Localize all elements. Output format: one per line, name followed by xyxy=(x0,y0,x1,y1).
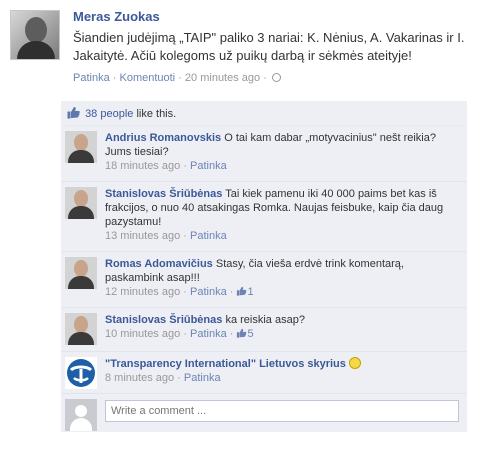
comment-time[interactable]: 8 minutes ago xyxy=(105,372,174,384)
comment-time[interactable]: 18 minutes ago xyxy=(105,160,180,172)
post-text: Šiandien judėjimą „TAIP" paliko 3 nariai… xyxy=(73,30,465,63)
avatar-head xyxy=(74,316,88,333)
avatar-body xyxy=(17,41,55,59)
avatar-head xyxy=(75,405,87,417)
commenter-avatar[interactable] xyxy=(65,187,97,219)
commenter-avatar[interactable] xyxy=(65,257,97,289)
avatar-body xyxy=(68,276,94,289)
comment: Stanislovas Šriūbėnas ka reiskia asap? 1… xyxy=(61,308,467,352)
comment-body: "Transparency International" Lietuvos sk… xyxy=(105,357,460,385)
author-avatar[interactable] xyxy=(10,10,60,60)
comment-text: ka reiskia asap? xyxy=(225,314,305,326)
avatar-head xyxy=(74,260,88,277)
thumbs-up-icon xyxy=(237,328,247,338)
comment-author[interactable]: "Transparency International" Lietuvos sk… xyxy=(105,358,346,370)
smiley-icon xyxy=(348,357,361,369)
comment-body: Andrius Romanovskis O tai kam dabar „mot… xyxy=(105,131,460,173)
write-comment-row xyxy=(61,394,467,432)
comment-body: Romas Adomavičius Stasy, čia vieša erdvė… xyxy=(105,257,460,299)
like-summary: 38 people like this. xyxy=(61,101,467,126)
likes-count-link[interactable]: 38 people xyxy=(85,108,133,120)
comment-meta: 10 minutes ago · Patinka · 5 xyxy=(105,328,254,340)
current-user-avatar xyxy=(65,399,97,431)
like-count-value: 1 xyxy=(247,286,254,298)
commenter-avatar[interactable] xyxy=(65,357,97,389)
comment-like-count[interactable]: 1 xyxy=(236,286,254,298)
comment-body: Stanislovas Šriūbėnas ka reiskia asap? 1… xyxy=(105,313,460,341)
thumbs-up-icon xyxy=(237,286,247,296)
comment: Stanislovas Šriūbėnas Tai kiek pamenu ik… xyxy=(61,182,467,252)
likes-suffix: like this. xyxy=(133,108,177,120)
avatar-body xyxy=(68,206,94,219)
avatar-body xyxy=(70,418,92,431)
comment-time[interactable]: 13 minutes ago xyxy=(105,230,180,242)
comment-author[interactable]: Stanislovas Šriūbėnas xyxy=(105,188,222,200)
thumbs-up-icon xyxy=(67,107,80,119)
like-link[interactable]: Patinka xyxy=(73,72,110,84)
comment-like-link[interactable]: Patinka xyxy=(190,160,227,172)
avatar-head xyxy=(25,17,47,43)
comment-meta: 12 minutes ago · Patinka · 1 xyxy=(105,286,254,298)
comment-time[interactable]: 10 minutes ago xyxy=(105,328,180,340)
like-count-value: 5 xyxy=(247,328,254,340)
comment-meta: 13 minutes ago · Patinka xyxy=(105,230,227,242)
avatar-body xyxy=(68,332,94,345)
comment-like-link[interactable]: Patinka xyxy=(190,230,227,242)
comment-meta: 18 minutes ago · Patinka xyxy=(105,160,227,172)
transparency-logo-icon xyxy=(67,359,95,387)
avatar-head xyxy=(74,134,88,151)
comment-body: Stanislovas Šriūbėnas Tai kiek pamenu ik… xyxy=(105,187,460,243)
comment-like-link[interactable]: Patinka xyxy=(190,286,227,298)
avatar-head xyxy=(74,190,88,207)
comment-link[interactable]: Komentuoti xyxy=(119,72,175,84)
comment: Andrius Romanovskis O tai kam dabar „mot… xyxy=(61,126,467,182)
avatar-body xyxy=(68,150,94,163)
comment: Romas Adomavičius Stasy, čia vieša erdvė… xyxy=(61,252,467,308)
comment-like-link[interactable]: Patinka xyxy=(190,328,227,340)
comment-time[interactable]: 12 minutes ago xyxy=(105,286,180,298)
comment-section: 38 people like this. Andrius Romanovskis… xyxy=(61,101,467,432)
comment-input[interactable] xyxy=(105,400,459,422)
comment-meta: 8 minutes ago · Patinka xyxy=(105,372,221,384)
comment-author[interactable]: Stanislovas Šriūbėnas xyxy=(105,314,222,326)
comment-like-count[interactable]: 5 xyxy=(236,328,254,340)
post-author[interactable]: Meras Zuokas xyxy=(73,8,468,26)
commenter-avatar[interactable] xyxy=(65,131,97,163)
commenter-avatar[interactable] xyxy=(65,313,97,345)
meta-separator: · xyxy=(175,72,185,84)
globe-icon xyxy=(271,73,281,82)
post-content: Meras Zuokas Šiandien judėjimą „TAIP" pa… xyxy=(73,8,468,85)
comment-author[interactable]: Andrius Romanovskis xyxy=(105,132,221,144)
post-meta: Patinka · Komentuoti · 20 minutes ago · xyxy=(73,71,468,85)
comment: "Transparency International" Lietuvos sk… xyxy=(61,352,467,394)
post-time[interactable]: 20 minutes ago xyxy=(185,72,260,84)
meta-separator: · xyxy=(260,72,267,84)
comment-author[interactable]: Romas Adomavičius xyxy=(105,258,213,270)
comment-like-link[interactable]: Patinka xyxy=(184,372,221,384)
